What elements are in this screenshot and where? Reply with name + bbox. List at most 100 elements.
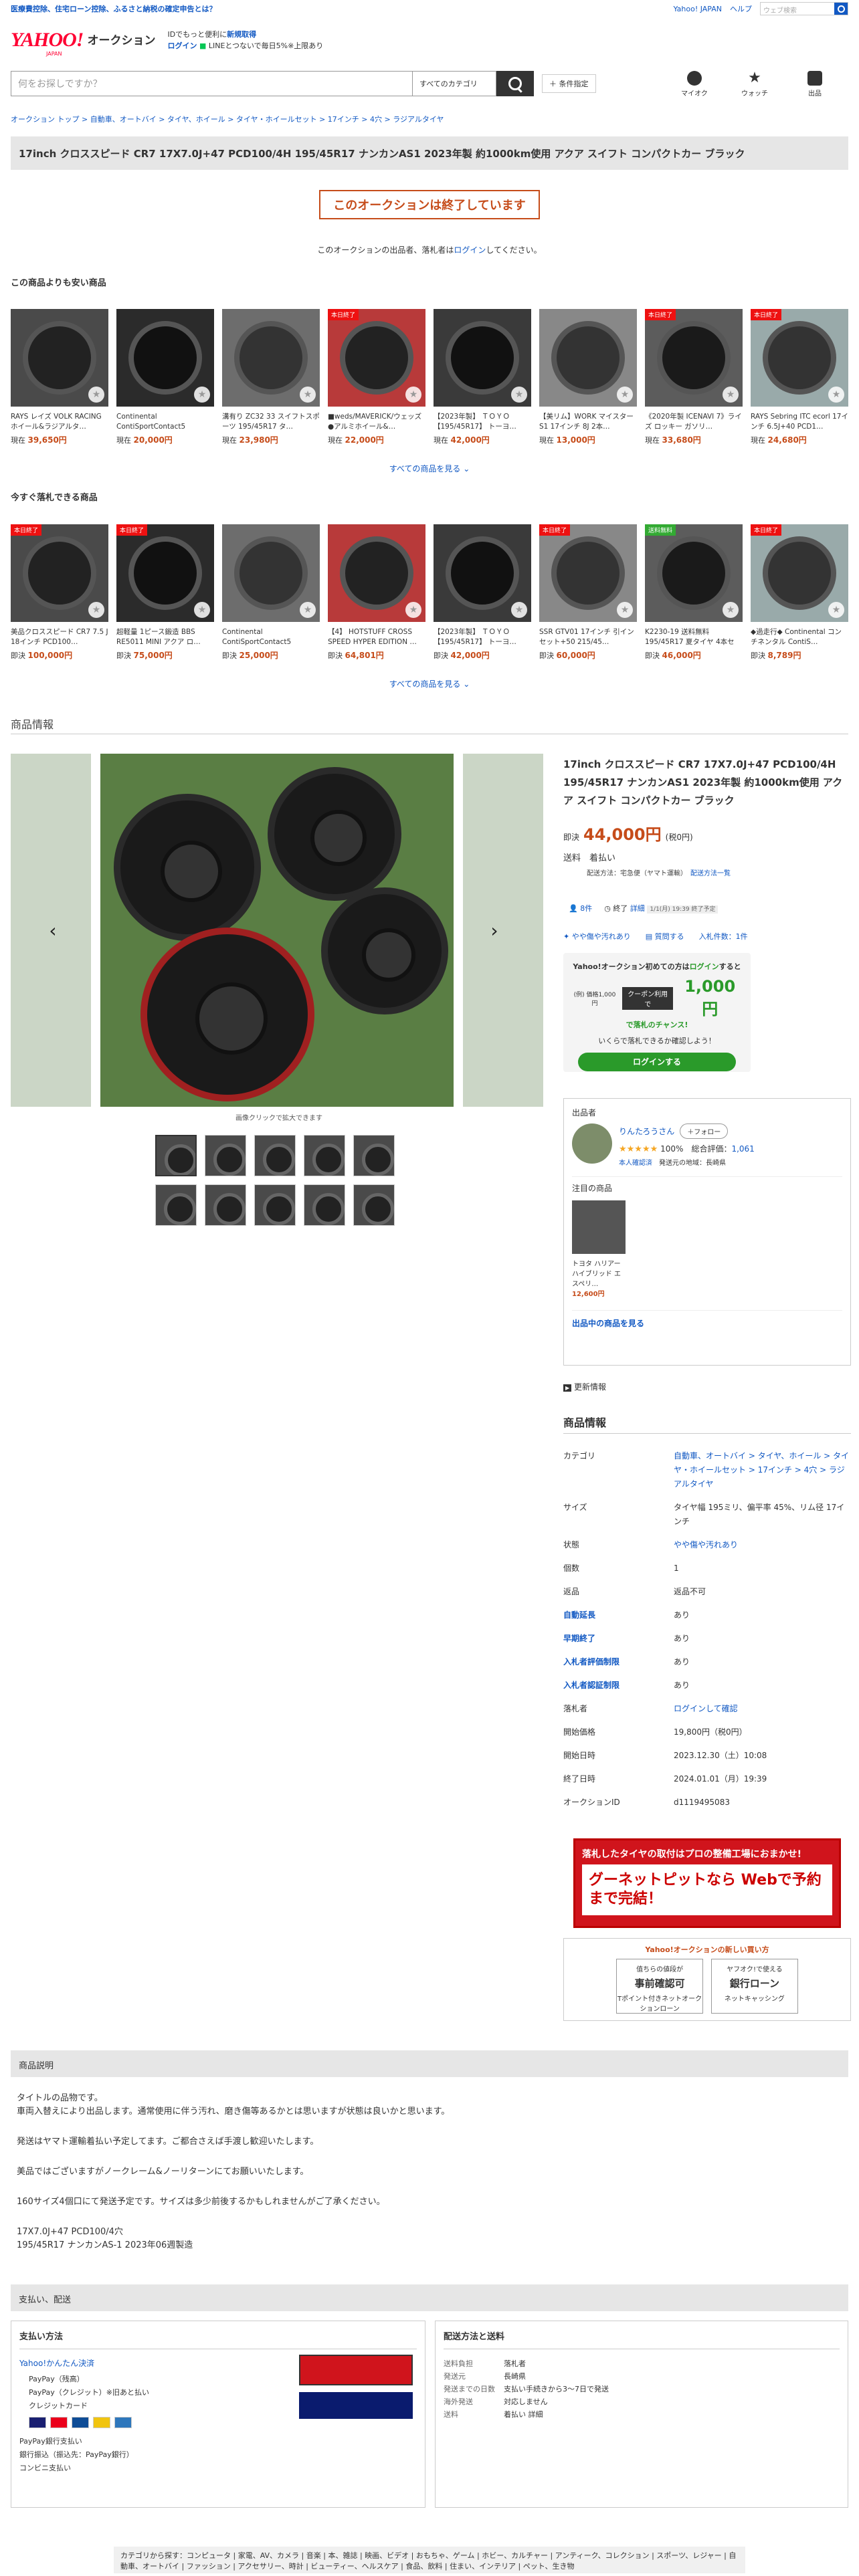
watch-star-icon[interactable]: ★ (617, 387, 633, 403)
product-image[interactable]: 本日終了 ★ (11, 524, 108, 622)
product-card[interactable]: 本日終了 ★ ■weds/MAVERICK/ウェッズ●アルミホイール&… 現在 22,… (328, 309, 425, 445)
product-card[interactable]: ★ 【美リム】WORK マイスター S1 17インチ 8J 2本… 現在 13,00… (539, 309, 637, 445)
product-name[interactable]: 【美リム】WORK マイスター S1 17インチ 8J 2本… (539, 412, 637, 432)
watch-star-icon[interactable]: ★ (194, 602, 210, 618)
web-search[interactable]: ウェブ検索 (760, 2, 848, 15)
attention-item-name[interactable]: トヨタ ハリアー ハイブリッド エスペリ… (572, 1258, 626, 1288)
watch-star-icon[interactable]: ★ (300, 387, 316, 403)
product-image[interactable]: 送料無料 ★ (645, 524, 743, 622)
watch-button[interactable]: ★ ウォッチ (741, 71, 768, 98)
product-card[interactable]: 本日終了 ★ 美品クロススピード CR7 7.5 J 18インチ PCD100… 即決… (11, 524, 108, 661)
easy-payment-link[interactable]: Yahoo!かんたん決済 (19, 2359, 94, 2368)
watch-count[interactable]: 👤 8件 (569, 903, 592, 914)
thumbnail[interactable] (304, 1135, 345, 1176)
search-input[interactable]: 何をお探しですか？ (11, 71, 412, 96)
product-name[interactable]: 超軽量 1ピース鍛造 BBS RE5011 MINI アクア ロ… (116, 627, 214, 647)
product-name[interactable]: RAYS Sebring ITC ecorl 17インチ 6.5J+40 PCD… (751, 412, 848, 432)
myauction-button[interactable]: マイオク (681, 71, 708, 98)
ended-login-link[interactable]: ログイン (454, 245, 486, 255)
watch-star-icon[interactable]: ★ (405, 602, 421, 618)
product-name[interactable]: RAYS レイズ VOLK RACING ホイール&ラジアルタ… (11, 412, 108, 432)
attention-item-image[interactable] (572, 1200, 626, 1254)
shipping-methods-link[interactable]: 配送方法一覧 (690, 870, 731, 877)
thumbnail[interactable] (304, 1184, 345, 1226)
question-link[interactable]: ▤ 質問する (646, 931, 684, 942)
thumbnail[interactable] (254, 1135, 296, 1176)
product-card[interactable]: 本日終了 ★ SSR GTV01 17インチ 引インセット+50 215/45… 即決… (539, 524, 637, 661)
spec-key[interactable]: 自動延長 (563, 1608, 674, 1622)
product-card[interactable]: 本日終了 ★ 超軽量 1ピース鍛造 BBS RE5011 MINI アクア ロ… 即決… (116, 524, 214, 661)
product-name[interactable]: 【4】 HOTSTUFF CROSS SPEED HYPER EDITION … (328, 627, 425, 647)
product-name[interactable]: ■weds/MAVERICK/ウェッズ●アルミホイール&… (328, 412, 425, 432)
prev-arrow-icon[interactable]: ‹ (43, 921, 63, 941)
product-name[interactable]: Continental ContiSportContact5 195/45R17… (116, 412, 214, 432)
product-image[interactable]: 本日終了 ★ (328, 309, 425, 407)
product-image[interactable]: ★ (116, 309, 214, 407)
thumbnail[interactable] (353, 1135, 395, 1176)
product-image[interactable]: ★ (222, 524, 320, 622)
product-image[interactable]: ★ (434, 309, 531, 407)
product-image[interactable]: ★ (222, 309, 320, 407)
product-image[interactable]: ★ (11, 309, 108, 407)
update-info-toggle[interactable]: ▶ 更新情報 (563, 1381, 606, 1392)
thumbnail[interactable] (353, 1184, 395, 1226)
spec-key[interactable]: 入札者評価制限 (563, 1655, 674, 1669)
product-image[interactable]: 本日終了 ★ (751, 309, 848, 407)
web-search-input[interactable]: ウェブ検索 (761, 3, 834, 15)
bid-count[interactable]: 入札件数：1件 (699, 931, 748, 942)
watch-star-icon[interactable]: ★ (828, 387, 844, 403)
product-name[interactable]: SSR GTV01 17インチ 引インセット+50 215/45… (539, 627, 637, 647)
product-name[interactable]: 美品クロススピード CR7 7.5 J 18インチ PCD100… (11, 627, 108, 647)
help-link[interactable]: ヘルプ (730, 3, 752, 14)
condition-link[interactable]: ✦ やや傷や汚れあり (563, 931, 631, 942)
login-button[interactable]: ログインする (578, 1053, 736, 1071)
watch-star-icon[interactable]: ★ (511, 602, 527, 618)
spec-value[interactable]: 自動車、オートバイ > タイヤ、ホイール > タイヤ・ホイールセット > 17イ… (674, 1449, 851, 1491)
paypay-banner[interactable] (299, 2392, 413, 2419)
affluence-banner[interactable] (299, 2355, 413, 2385)
yahoo-auction-logo[interactable]: YAHOO! JAPAN オークション (11, 30, 155, 58)
condition-button[interactable]: ＋ 条件指定 (542, 74, 596, 93)
spec-value[interactable]: ログインして確認 (674, 1702, 851, 1716)
product-name[interactable]: 《2020年製 ICENAVI 7》ライズ ロッキー ガソリ… (645, 412, 743, 432)
register-link[interactable]: 新規取得 (227, 30, 256, 39)
watch-star-icon[interactable]: ★ (511, 387, 527, 403)
product-card[interactable]: ★ Continental ContiSportContact5 195/45R1… (222, 524, 320, 661)
image-gallery[interactable]: ‹ › (11, 754, 547, 1107)
product-image[interactable]: 本日終了 ★ (539, 524, 637, 622)
seller-name-link[interactable]: りんたろうさん (619, 1127, 674, 1136)
next-arrow-icon[interactable]: › (484, 921, 504, 941)
watch-star-icon[interactable]: ★ (194, 387, 210, 403)
product-image[interactable]: 本日終了 ★ (116, 524, 214, 622)
product-name[interactable]: K2230-19 送料無料 195/45R17 夏タイヤ 4本セッ… (645, 627, 743, 647)
watch-star-icon[interactable]: ★ (828, 602, 844, 618)
product-name[interactable]: 溝有り ZC32 33 スイフトスポーツ 195/45R17 タ… (222, 412, 320, 432)
product-name[interactable]: 【2023年製】 ＴＯＹＯ【195/45R17】 トーヨ… (434, 412, 531, 432)
footer-categories[interactable]: カテゴリから探す：コンピュータ | 家電、AV、カメラ | 音楽 | 本、雑誌 … (114, 2547, 745, 2573)
follow-button[interactable]: ＋フォロー (680, 1123, 729, 1139)
watch-star-icon[interactable]: ★ (723, 602, 739, 618)
product-card[interactable]: 送料無料 ★ K2230-19 送料無料 195/45R17 夏タイヤ 4本セッ… 即… (645, 524, 743, 661)
watch-star-icon[interactable]: ★ (88, 387, 104, 403)
product-image[interactable]: 本日終了 ★ (751, 524, 848, 622)
search-button[interactable] (496, 71, 534, 96)
watch-star-icon[interactable]: ★ (405, 387, 421, 403)
promo-login-link[interactable]: ログイン (690, 962, 719, 971)
tax-promo-link[interactable]: 医療費控除、住宅ローン控除、ふるさと納税の確定申告とは？ (11, 3, 216, 14)
seller-items-link[interactable]: 出品中の商品を見る (572, 1319, 644, 1328)
product-card[interactable]: 本日終了 ★ 《2020年製 ICENAVI 7》ライズ ロッキー ガソリ… 現在 3… (645, 309, 743, 445)
watch-star-icon[interactable]: ★ (617, 602, 633, 618)
thumbnail[interactable] (205, 1135, 246, 1176)
main-image[interactable] (100, 754, 454, 1107)
search-icon[interactable] (834, 3, 848, 15)
product-card[interactable]: ★ 【2023年製】 ＴＯＹＯ【195/45R17】 トーヨ… 即決 42,000円 (434, 524, 531, 661)
product-card[interactable]: 本日終了 ★ ◆過走行◆ Continental コンチネンタル ContiS… 即決… (751, 524, 848, 661)
watch-star-icon[interactable]: ★ (300, 602, 316, 618)
product-card[interactable]: 本日終了 ★ RAYS Sebring ITC ecorl 17インチ 6.5J+4… (751, 309, 848, 445)
product-card[interactable]: ★ 【4】 HOTSTUFF CROSS SPEED HYPER EDITION … (328, 524, 425, 661)
goonet-ad[interactable]: 落札したタイヤの取付はプロの整備工場におまかせ! グーネットピットなら Webで… (573, 1838, 841, 1928)
verified-badge[interactable]: 本人確認済 (619, 1160, 652, 1167)
product-image[interactable]: ★ (434, 524, 531, 622)
thumbnail[interactable] (205, 1184, 246, 1226)
yahoo-japan-link[interactable]: Yahoo! JAPAN (673, 5, 722, 13)
